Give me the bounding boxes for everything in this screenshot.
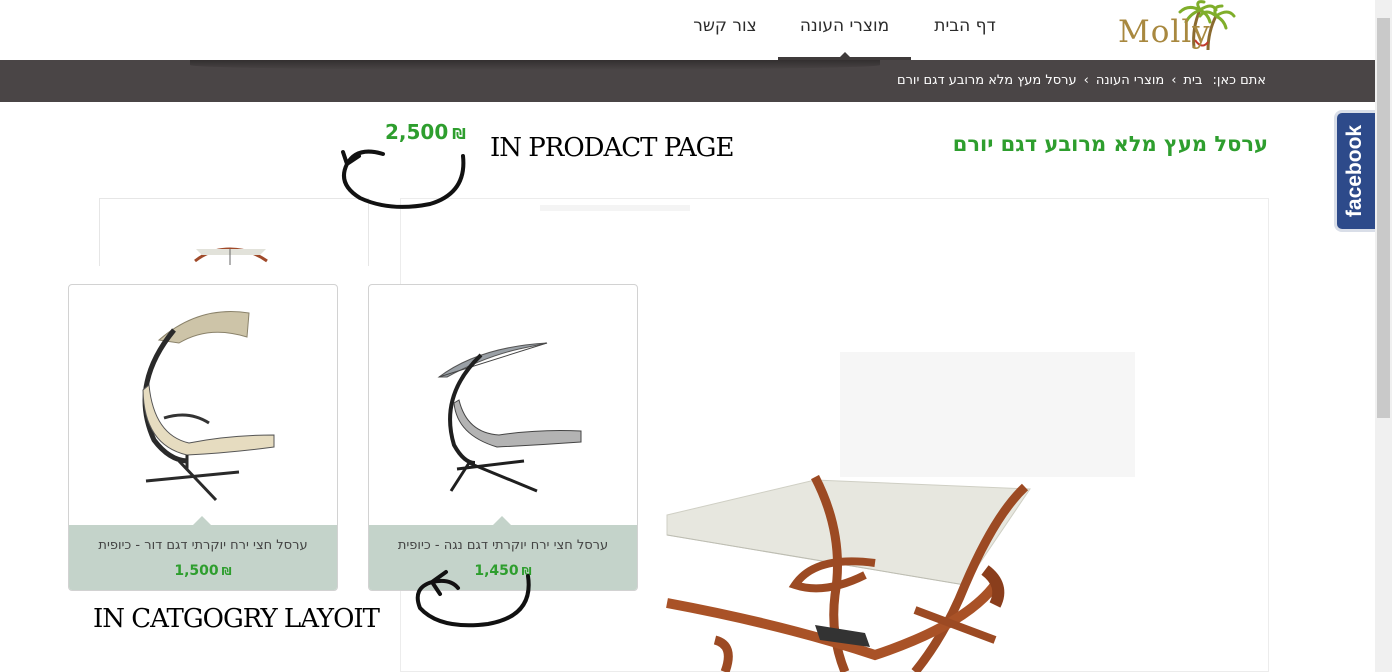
scribble-arrow-icon (415, 570, 531, 628)
price-value: 1,500 (174, 563, 219, 579)
scrollbar-thumb[interactable] (1377, 18, 1390, 418)
facebook-label: facebook (1343, 124, 1366, 218)
breadcrumb-category[interactable]: מוצרי העונה (1096, 73, 1164, 88)
card-product-name[interactable]: ערסל חצי ירח יוקרתי דגם נגה - כיופית (369, 538, 637, 553)
nav-home[interactable]: דף הבית (922, 0, 1008, 60)
product-thumbnail-frame[interactable] (99, 198, 369, 266)
breadcrumb-separator: › (1083, 73, 1089, 88)
page-scrollbar[interactable] (1375, 0, 1392, 672)
card-product-price: 1,500 ₪ (69, 563, 337, 579)
breadcrumb-separator: › (1171, 73, 1177, 88)
product-image-dor (142, 311, 275, 502)
nav-contact[interactable]: צור קשר (680, 0, 770, 60)
card-product-name[interactable]: ערסל חצי ירח יוקרתי דגם דור - כיופית (69, 538, 337, 553)
faded-element (540, 205, 690, 211)
hammock-product-image (666, 475, 1031, 672)
product-title: ערסל מעץ מלא מרובע דגם יורם (952, 132, 1268, 156)
facebook-tab[interactable]: facebook (1334, 110, 1376, 232)
product-image-negev (437, 342, 582, 493)
breadcrumb-prefix: אתם כאן: (1212, 73, 1266, 88)
faded-element (840, 352, 1135, 477)
card-footer: ערסל חצי ירח יוקרתי דגם דור - כיופית 1,5… (69, 516, 337, 590)
currency-symbol: ₪ (221, 565, 232, 578)
breadcrumb-home[interactable]: בית (1183, 73, 1202, 88)
breadcrumb: אתם כאן: בית › מוצרי העונה › ערסל מעץ מלא מר… (894, 60, 1269, 102)
scribble-arrow-icon (341, 149, 466, 209)
hammock-thumbnail-image (194, 247, 268, 265)
logo-text: Molly (1118, 14, 1211, 50)
annotation-product-page: IN PRODACT PAGE (490, 133, 734, 163)
site-header: Molly דף הבית מוצרי העונה צור קשר (0, 0, 1375, 60)
category-product-card[interactable]: ערסל חצי ירח יוקרתי דגם דור - כיופית 1,5… (68, 284, 338, 591)
annotation-category-layout: IN CATGOGRY LAYOIT (93, 604, 380, 634)
site-logo[interactable]: Molly (1112, 0, 1242, 58)
nav-shadow (190, 60, 880, 70)
breadcrumb-current: ערסל מעץ מלא מרובע דגם יורם (896, 73, 1077, 88)
breadcrumb-bar: אתם כאן: בית › מוצרי העונה › ערסל מעץ מלא מר… (0, 60, 1375, 102)
category-product-card[interactable]: ערסל חצי ירח יוקרתי דגם נגה - כיופית 1,4… (368, 284, 638, 591)
nav-season-products[interactable]: מוצרי העונה (778, 0, 911, 60)
